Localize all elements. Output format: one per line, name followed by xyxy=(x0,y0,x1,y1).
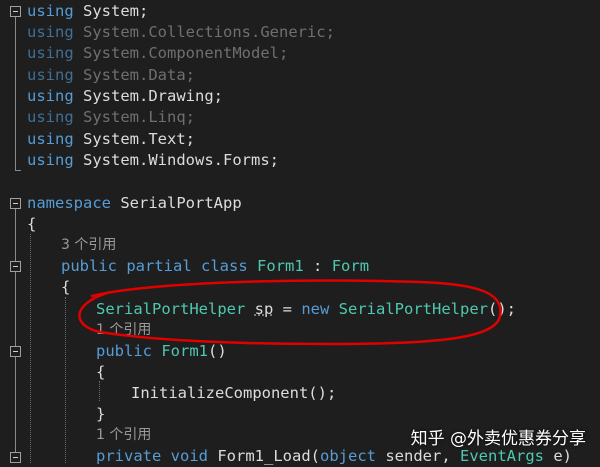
code-line-using-3: using System.ComponentModel; xyxy=(27,44,289,62)
zhihu-watermark: 知乎 @外卖优惠券分享 xyxy=(410,429,586,449)
codelens-load-references[interactable]: 1 个引用 xyxy=(96,425,151,446)
indent-guide-ctor xyxy=(99,381,100,401)
code-line-load-decl: private void Form1_Load(object sender, E… xyxy=(96,447,572,465)
code-line-class-decl: public partial class Form1 : Form xyxy=(61,257,370,275)
collapse-ctor-icon[interactable] xyxy=(10,346,21,357)
outline-end-usings xyxy=(15,170,21,171)
code-line-namespace: namespace SerialPortApp xyxy=(27,194,242,212)
collapse-class-icon[interactable] xyxy=(10,261,21,272)
code-line-using-2: using System.Collections.Generic; xyxy=(27,23,335,41)
collapse-usings-icon[interactable] xyxy=(10,6,21,17)
code-line-init-call: InitializeComponent(); xyxy=(131,384,337,402)
code-line-using-7: using System.Text; xyxy=(27,130,195,148)
code-editor[interactable]: using System; using System.Collections.G… xyxy=(0,0,600,465)
code-line-ctor-close: } xyxy=(96,405,106,423)
code-line-using-8: using System.Windows.Forms; xyxy=(27,151,279,169)
code-line-namespace-open: { xyxy=(27,215,37,233)
codelens-class-references[interactable]: 3 个引用 xyxy=(61,235,116,256)
collapse-namespace-icon[interactable] xyxy=(10,198,21,209)
indent-guide-namespace xyxy=(30,234,31,463)
indent-guide-class xyxy=(65,297,66,463)
codelens-ctor-references[interactable]: 1 个引用 xyxy=(96,320,151,341)
code-line-ctor-open: { xyxy=(96,363,106,381)
code-line-using-4: using System.Data; xyxy=(27,66,195,84)
code-line-ctor-decl: public Form1() xyxy=(96,342,227,360)
code-line-using-1: using System; xyxy=(27,2,149,20)
field-name-sp: sp xyxy=(254,300,274,318)
outline-line-namespace xyxy=(15,209,16,463)
collapse-load-icon[interactable] xyxy=(10,452,21,463)
code-line-field: SerialPortHelper sp = new SerialPortHelp… xyxy=(96,300,516,318)
code-line-class-open: { xyxy=(61,278,71,296)
outline-line-usings xyxy=(15,17,16,170)
code-line-using-5: using System.Drawing; xyxy=(27,87,223,105)
code-line-using-6: using System.Linq; xyxy=(27,108,195,126)
